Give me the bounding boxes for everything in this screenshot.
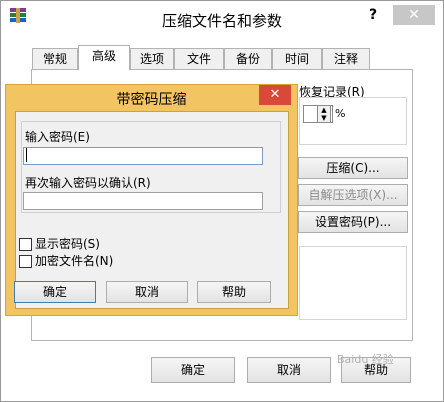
password-help-button[interactable]: 帮助 xyxy=(197,281,271,303)
reenter-password-label: 再次输入密码以确认(R) xyxy=(25,176,151,190)
encrypt-filenames-checkbox[interactable]: 加密文件名(N) xyxy=(19,252,113,269)
options-group xyxy=(299,246,407,320)
title-bar[interactable]: 压缩文件名和参数 ? ✕ xyxy=(1,1,443,35)
percent-unit: % xyxy=(335,107,346,120)
show-password-checkbox[interactable]: 显示密码(S) xyxy=(19,235,100,252)
tab-general[interactable]: 常规 xyxy=(32,48,78,69)
tab-files[interactable]: 文件 xyxy=(174,48,224,69)
tab-comment[interactable]: 注释 xyxy=(322,48,370,69)
reenter-password-input[interactable] xyxy=(23,192,263,210)
watermark: Baidu 经验 xyxy=(337,353,394,366)
encrypt-filenames-label: 加密文件名(N) xyxy=(35,254,114,268)
checkbox-icon[interactable] xyxy=(19,238,32,251)
sfx-options-button[interactable]: 自解压选项(X)... xyxy=(298,184,408,206)
help-question-button[interactable]: ? xyxy=(363,7,383,27)
ok-button[interactable]: 确定 xyxy=(151,357,235,383)
show-password-label: 显示密码(S) xyxy=(35,237,100,251)
password-cancel-button[interactable]: 取消 xyxy=(106,281,188,303)
password-dialog-title: 带密码压缩 xyxy=(116,92,187,108)
tab-time[interactable]: 时间 xyxy=(272,48,322,69)
password-ok-button[interactable]: 确定 xyxy=(14,281,96,303)
cancel-button[interactable]: 取消 xyxy=(247,357,331,383)
tab-options[interactable]: 选项 xyxy=(130,48,174,69)
spin-arrows-icon[interactable]: ▲ ▼ xyxy=(317,105,331,123)
password-dialog-close-button[interactable]: ✕ xyxy=(259,85,291,105)
close-button[interactable]: ✕ xyxy=(393,5,435,25)
enter-password-label: 输入密码(E) xyxy=(25,130,90,144)
text-caret xyxy=(26,148,27,162)
tab-backup[interactable]: 备份 xyxy=(224,48,272,69)
set-password-button[interactable]: 设置密码(P)... xyxy=(298,211,408,233)
password-dialog: 带密码压缩 ✕ 输入密码(E) 再次输入密码以确认(R) 显示密码(S) 加密文… xyxy=(5,84,298,316)
checkbox-icon[interactable] xyxy=(19,255,32,268)
tab-advanced[interactable]: 高级 xyxy=(78,45,130,70)
enter-password-input[interactable] xyxy=(23,147,263,165)
compression-button[interactable]: 压缩(C)... xyxy=(298,157,408,179)
